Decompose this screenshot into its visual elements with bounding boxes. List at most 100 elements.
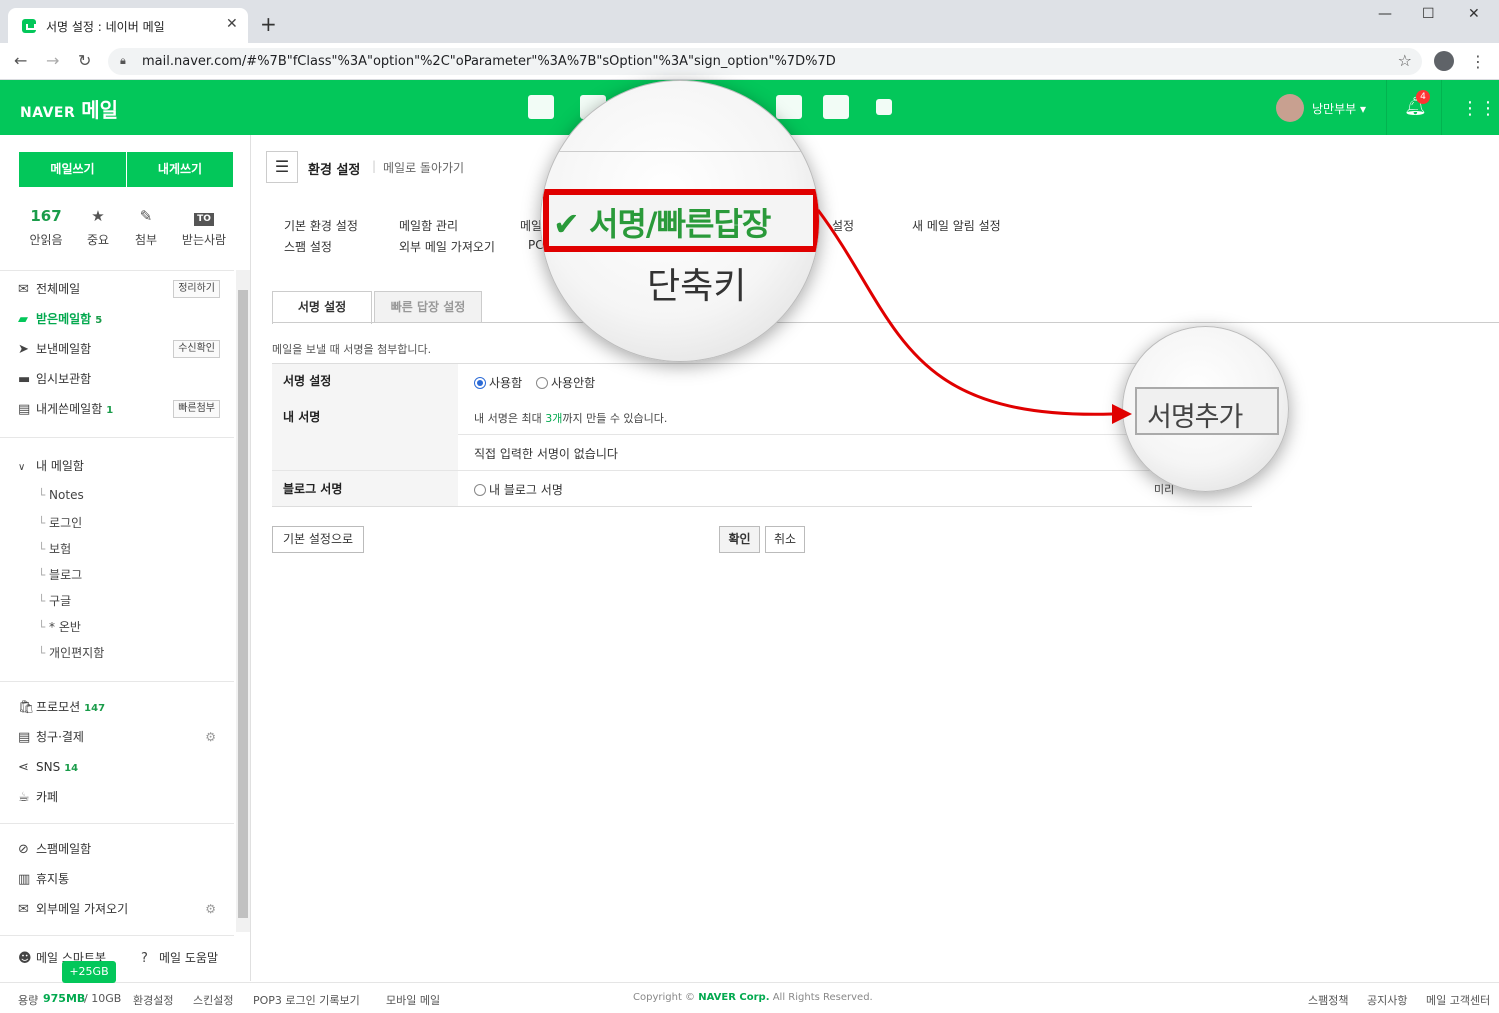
important-stat[interactable]: ★ 중요 — [73, 207, 123, 248]
logo-mail: 메일 — [81, 98, 119, 122]
my-folder-toggle[interactable]: ∨ 내 메일함 — [18, 456, 228, 476]
unread-stat[interactable]: 167 안읽음 — [21, 207, 71, 248]
storage-bonus-badge[interactable]: +25GB — [62, 961, 116, 983]
footer-link-pop3[interactable]: POP3 로그인 기록보기 — [253, 992, 360, 1008]
folder-billing[interactable]: ▤ 청구·결제 ⚙ — [18, 727, 228, 747]
divider — [0, 437, 234, 438]
recipient-label: 받는사람 — [181, 233, 227, 247]
apps-grid-icon[interactable]: ⋮⋮⋮ — [1461, 98, 1499, 119]
settings-link-basic[interactable]: 기본 환경 설정 — [284, 217, 358, 234]
url-text[interactable]: mail.naver.com/#%7B"fClass"%3A"option"%2… — [142, 54, 836, 69]
tab-title: 서명 설정 : 네이버 메일 — [46, 20, 165, 34]
gear-icon[interactable]: ⚙ — [205, 727, 216, 747]
footer-link-support[interactable]: 메일 고객센터 — [1426, 992, 1490, 1008]
footer-link-notice[interactable]: 공지사항 — [1367, 992, 1407, 1008]
recipient-stat[interactable]: TO 받는사람 — [179, 207, 229, 248]
cancel-button[interactable]: 취소 — [765, 526, 805, 553]
footer-link-settings[interactable]: 환경설정 — [133, 992, 173, 1008]
attachment-label: 첨부 — [134, 233, 158, 247]
maximize-icon[interactable]: ☐ — [1422, 6, 1435, 22]
use-radio[interactable]: 사용함 — [474, 374, 522, 391]
user-name[interactable]: 낭만부부 ▾ — [1312, 100, 1366, 117]
mailbox-self[interactable]: ▤ 내게쓴메일함 1 빠른첨부 — [18, 399, 228, 419]
reset-default-button[interactable]: 기본 설정으로 — [272, 526, 364, 553]
tab-quick-reply[interactable]: 빠른 답장 설정 — [374, 291, 482, 323]
confirm-button[interactable]: 확인 — [719, 526, 760, 553]
divider — [0, 935, 234, 936]
address-bar[interactable]: 🔒︎ mail.naver.com/#%7B"fClass"%3A"option… — [108, 48, 1422, 75]
folder-spam[interactable]: ⊘ 스팸메일함 — [18, 839, 228, 859]
sidebar-scrollbar[interactable] — [236, 270, 250, 932]
mailbox-all[interactable]: ✉ 전체메일 정리하기 — [18, 279, 228, 299]
tab-signature[interactable]: 서명 설정 — [272, 291, 372, 324]
settings-link-mailbox[interactable]: 메일함 관리 — [399, 217, 458, 234]
gear-icon[interactable]: ⚙ — [205, 899, 216, 919]
divider — [0, 823, 234, 824]
settings-link-mail[interactable]: 메일 — [520, 217, 542, 234]
write-mail-button[interactable]: 메일쓰기 — [19, 152, 126, 187]
minimize-icon[interactable]: — — [1378, 6, 1392, 22]
back-to-mail-link[interactable]: 메일로 돌아가기 — [383, 159, 464, 176]
magnified-divider — [541, 151, 819, 152]
footer-link-skin[interactable]: 스킨설정 — [193, 992, 233, 1008]
folder-item[interactable]: └ 보험 — [38, 540, 71, 557]
folder-item[interactable]: └ 로그인 — [38, 514, 82, 531]
mailbox-inbox[interactable]: ▰ 받은메일함 5 — [18, 309, 228, 329]
settings-link-notification[interactable]: 새 메일 알림 설정 — [912, 217, 1001, 234]
reload-icon[interactable]: ↻ — [78, 51, 91, 70]
radio-selected-icon[interactable] — [474, 377, 486, 389]
read-receipt-button[interactable]: 수신확인 — [173, 340, 220, 358]
tab-close-icon[interactable]: ✕ — [226, 16, 238, 32]
page-title: 환경 설정 — [308, 163, 361, 178]
folder-item[interactable]: └ 개인편지함 — [38, 644, 104, 661]
attachment-stat[interactable]: ✎ 첨부 — [121, 207, 171, 248]
naver-mail-logo[interactable]: NAVER 메일 — [20, 94, 118, 123]
new-tab-button[interactable]: + — [260, 12, 277, 36]
quick-attach-button[interactable]: 빠른첨부 — [173, 400, 220, 418]
window-close-icon[interactable]: ✕ — [1468, 6, 1480, 22]
folder-sns[interactable]: ⋖ SNS 14 — [18, 757, 228, 777]
account-avatar-icon[interactable] — [1434, 51, 1454, 71]
mailbox-sent[interactable]: ➤ 보낸메일함 수신확인 — [18, 339, 228, 359]
folder-cafe[interactable]: ☕︎ 카페 — [18, 787, 228, 807]
folder-promotion[interactable]: 🛍︎프로모션 147 — [18, 697, 228, 717]
folder-item[interactable]: └ 구글 — [38, 592, 71, 609]
signature-form: 서명 설정 내 서명 사용함 사용안함 내 서명은 최대 3개까지 만들 수 있… — [272, 363, 1252, 507]
menu-toggle-button[interactable]: ☰ — [266, 151, 298, 183]
settings-link-spam[interactable]: 스팸 설정 — [284, 238, 332, 255]
notification-badge: 4 — [1416, 90, 1430, 104]
mail-app-icon[interactable] — [528, 95, 554, 119]
folder-item[interactable]: └ 블로그 — [38, 566, 82, 583]
footer-link-spam-policy[interactable]: 스팸정책 — [1308, 992, 1348, 1008]
back-arrow-icon[interactable]: ← — [14, 51, 27, 70]
folder-item[interactable]: └ Notes — [38, 488, 84, 502]
folder-item[interactable]: └ * 온반 — [38, 618, 81, 635]
write-to-self-button[interactable]: 내게쓰기 — [127, 152, 233, 187]
bookmark-star-icon[interactable]: ☆ — [1398, 51, 1412, 70]
mailbox-drafts[interactable]: ▬ 임시보관함 — [18, 369, 228, 389]
forward-arrow-icon[interactable]: → — [46, 51, 59, 70]
cleanup-button[interactable]: 정리하기 — [173, 280, 220, 298]
more-app-icon[interactable] — [876, 99, 892, 115]
note-app-icon[interactable] — [776, 95, 802, 119]
copyright-text: Copyright © NAVER Corp. All Rights Reser… — [633, 992, 873, 1003]
scrollbar-thumb[interactable] — [238, 290, 248, 918]
home-app-icon[interactable] — [823, 95, 849, 119]
folder-trash[interactable]: ▥ 휴지통 — [18, 869, 228, 889]
nouse-radio[interactable]: 사용안함 — [536, 374, 595, 391]
sign-limit-text: 내 서명은 최대 3개까지 만들 수 있습니다. — [474, 412, 668, 425]
to-icon: TO — [179, 207, 229, 226]
radio-icon[interactable] — [474, 484, 486, 496]
user-avatar[interactable] — [1276, 94, 1304, 122]
blog-sign-radio[interactable]: 내 블로그 서명 — [474, 481, 563, 498]
folder-external[interactable]: ✉ 외부메일 가져오기 ⚙ — [18, 899, 228, 919]
browser-menu-icon[interactable]: ⋮ — [1470, 52, 1486, 71]
browser-tab[interactable]: 서명 설정 : 네이버 메일 ✕ — [8, 8, 248, 43]
help-link[interactable]: ? 메일 도움말 — [141, 948, 237, 968]
settings-link-external[interactable]: 외부 메일 가져오기 — [399, 238, 495, 255]
blog-sign-label-cell: 블로그 서명 — [272, 471, 458, 506]
settings-link-settings[interactable]: 설정 — [832, 217, 854, 234]
footer-link-mobile[interactable]: 모바일 메일 — [386, 992, 440, 1008]
magnified-add-signature-button: 서명추가 — [1135, 387, 1279, 435]
radio-icon[interactable] — [536, 377, 548, 389]
